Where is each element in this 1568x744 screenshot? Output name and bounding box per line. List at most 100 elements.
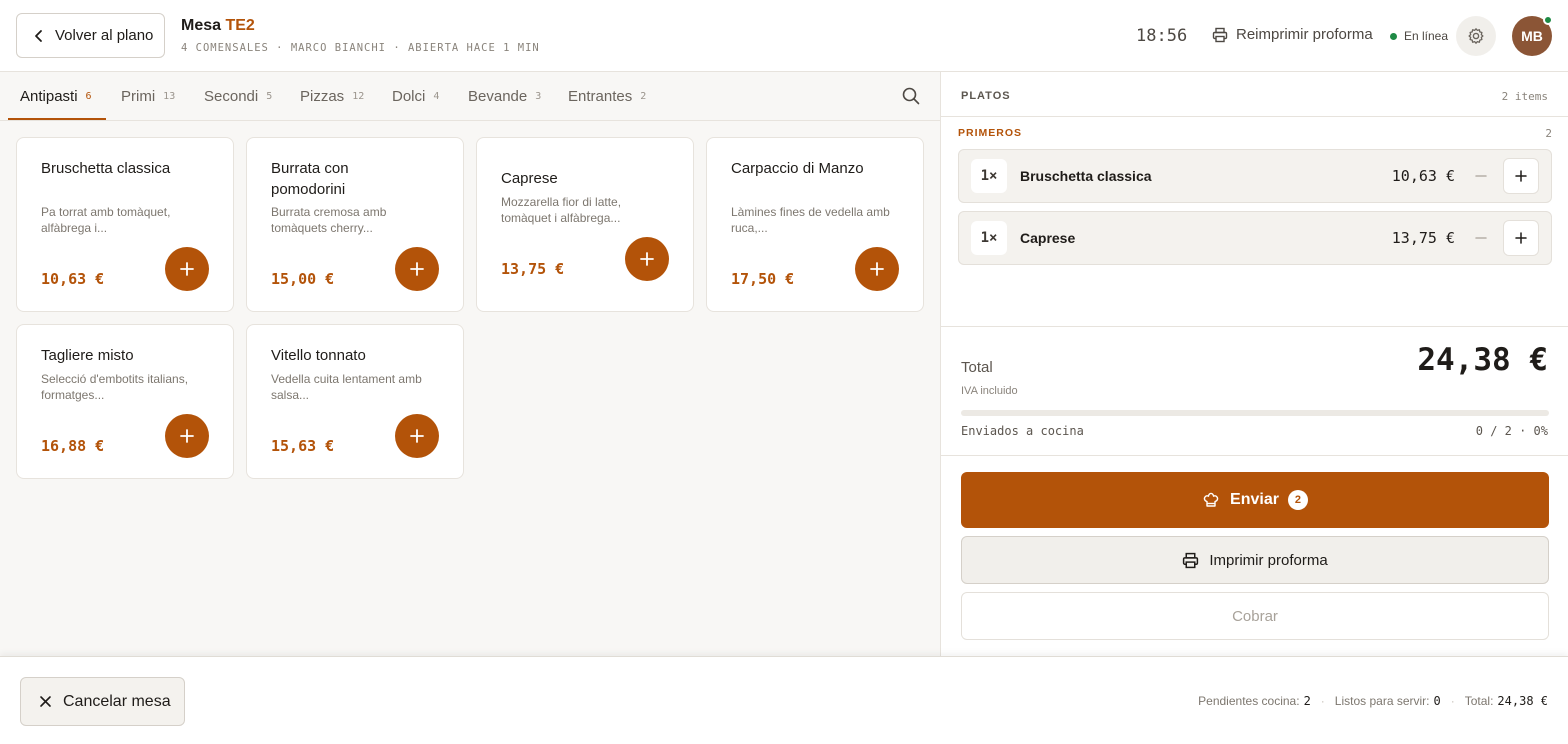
divider: [941, 116, 1568, 117]
category-tabs: Antipasti 6 Primi 13 Secondi 5 Pizzas 12 Dol…: [0, 72, 940, 121]
divider: [941, 326, 1568, 327]
chevron-left-icon: [35, 29, 42, 42]
search-icon: [902, 87, 920, 105]
send-label: Enviar: [1230, 491, 1279, 508]
user-avatar[interactable]: MB: [1512, 15, 1553, 56]
send-to-kitchen-button[interactable]: Enviar 2: [961, 472, 1549, 528]
pending-kitchen-label: Pendientes cocina:: [1198, 694, 1300, 708]
tab-entrantes[interactable]: Entrantes 2: [568, 72, 646, 120]
order-items-count: 2 items: [1501, 90, 1548, 103]
separator: ·: [1320, 694, 1325, 708]
tab-pizzas[interactable]: Pizzas 12: [300, 72, 364, 120]
online-dot-icon: [1390, 32, 1397, 40]
cancel-table-button[interactable]: Cancelar mesa: [20, 677, 185, 726]
footer-total-value: 24,38 €: [1497, 694, 1548, 708]
tab-bevande[interactable]: Bevande 3: [468, 72, 541, 120]
add-product-button[interactable]: [395, 247, 439, 291]
add-product-button[interactable]: [395, 414, 439, 458]
add-product-button[interactable]: [855, 247, 899, 291]
order-line-price: 13,75 €: [1391, 229, 1455, 247]
table-prefix: Mesa: [181, 17, 222, 34]
product-description: Mozzarella fior di latte, tomàquet i alf…: [501, 195, 622, 225]
tab-count: 3: [535, 90, 542, 102]
product-price: 16,88 €: [41, 437, 105, 455]
kitchen-progress-bar: [961, 410, 1549, 416]
tab-primi[interactable]: Primi 13: [121, 72, 175, 120]
tab-antipasti[interactable]: Antipasti 6: [20, 72, 92, 120]
plus-icon: [410, 262, 424, 276]
tab-label: Antipasti: [20, 87, 78, 105]
tab-label: Bevande: [468, 87, 528, 105]
footer-stats: Pendientes cocina: 2 · Listos para servi…: [1198, 694, 1548, 708]
top-bar: Volver al plano Mesa TE2 4 COMENSALES · …: [0, 0, 1568, 72]
product-price: 15,00 €: [271, 270, 335, 288]
decrease-quantity-button[interactable]: [1463, 220, 1499, 256]
avatar-status-dot-icon: [1543, 15, 1553, 25]
ready-to-serve-label: Listos para servir:: [1334, 694, 1430, 708]
order-line-quantity: 1×: [971, 221, 1007, 255]
plus-icon: [640, 252, 654, 266]
tab-count: 13: [163, 90, 176, 102]
plus-icon: [1515, 232, 1527, 244]
printer-icon: [1212, 27, 1228, 42]
order-line[interactable]: 1× Caprese 13,75 €: [958, 211, 1552, 265]
back-to-floorplan-button[interactable]: Volver al plano: [16, 13, 165, 58]
table-subtitle: 4 COMENSALES · MARCO BIANCHI · ABIERTA H…: [181, 42, 540, 54]
minus-icon: [1475, 237, 1487, 239]
tab-count: 6: [85, 90, 92, 102]
product-price: 15,63 €: [271, 437, 335, 455]
clock: 18:56: [1136, 26, 1188, 46]
tab-label: Entrantes: [568, 87, 633, 105]
send-count-badge: 2: [1287, 490, 1308, 510]
print-proforma-button[interactable]: Imprimir proforma: [961, 536, 1549, 584]
tab-count: 5: [266, 90, 273, 102]
divider: [941, 455, 1568, 456]
charge-button[interactable]: Cobrar: [961, 592, 1549, 640]
product-name: Vitello tonnato: [271, 347, 366, 364]
order-line-name: Caprese: [1020, 230, 1076, 246]
online-label: En línea: [1404, 29, 1449, 43]
product-card[interactable]: Bruschetta classica Pa torrat amb tomàqu…: [16, 137, 234, 312]
product-description: Vedella cuita lentament amb salsa...: [271, 372, 422, 402]
order-line[interactable]: 1× Bruschetta classica 10,63 €: [958, 149, 1552, 203]
add-product-button[interactable]: [165, 414, 209, 458]
settings-button[interactable]: [1456, 16, 1496, 56]
product-description: Selecció d'embotits italians, formatges.…: [41, 372, 189, 402]
order-heading: PLATOS: [961, 90, 1011, 102]
print-label: Imprimir proforma: [1209, 551, 1328, 569]
product-card[interactable]: Carpaccio di Manzo Làmines fines de vede…: [706, 137, 924, 312]
search-button[interactable]: [901, 86, 921, 111]
product-description: Burrata cremosa amb tomàquets cherry...: [271, 205, 387, 235]
increase-quantity-button[interactable]: [1503, 220, 1539, 256]
table-code: TE2: [225, 17, 255, 34]
tab-secondi[interactable]: Secondi 5: [204, 72, 272, 120]
add-product-button[interactable]: [165, 247, 209, 291]
cancel-label: Cancelar mesa: [63, 692, 171, 710]
order-panel: PLATOS 2 items PRIMEROS 2 1× Bruschetta …: [940, 72, 1568, 656]
decrease-quantity-button[interactable]: [1463, 158, 1499, 194]
charge-label: Cobrar: [1232, 607, 1278, 625]
product-card[interactable]: Caprese Mozzarella fior di latte, tomàqu…: [476, 137, 694, 312]
product-description: Làmines fines de vedella amb ruca,...: [731, 205, 890, 235]
product-card[interactable]: Vitello tonnato Vedella cuita lentament …: [246, 324, 464, 479]
product-name: Bruschetta classica: [41, 160, 171, 177]
sent-to-kitchen-value: 0 / 2 · 0%: [1475, 424, 1548, 438]
increase-quantity-button[interactable]: [1503, 158, 1539, 194]
sent-to-kitchen-label: Enviados a cocina: [961, 424, 1084, 438]
product-card[interactable]: Tagliere misto Selecció d'embotits itali…: [16, 324, 234, 479]
tab-dolci[interactable]: Dolci 4: [392, 72, 439, 120]
reprint-proforma-button[interactable]: Reimprimir proforma: [1212, 26, 1373, 43]
tab-label: Dolci: [392, 87, 426, 105]
plus-icon: [1515, 170, 1527, 182]
tab-count: 12: [352, 90, 365, 102]
order-line-name: Bruschetta classica: [1020, 168, 1152, 184]
footer-total-label: Total:: [1464, 694, 1494, 708]
back-button-label: Volver al plano: [55, 27, 154, 44]
table-title: Mesa TE2: [181, 17, 255, 35]
vat-note: IVA incluido: [961, 385, 1018, 397]
add-product-button[interactable]: [625, 237, 669, 281]
product-card[interactable]: Burrata con pomodorini Burrata cremosa a…: [246, 137, 464, 312]
avatar-initials: MB: [1521, 28, 1543, 44]
ready-to-serve-value: 0: [1433, 694, 1441, 708]
course-group-count: 2: [1545, 127, 1552, 140]
